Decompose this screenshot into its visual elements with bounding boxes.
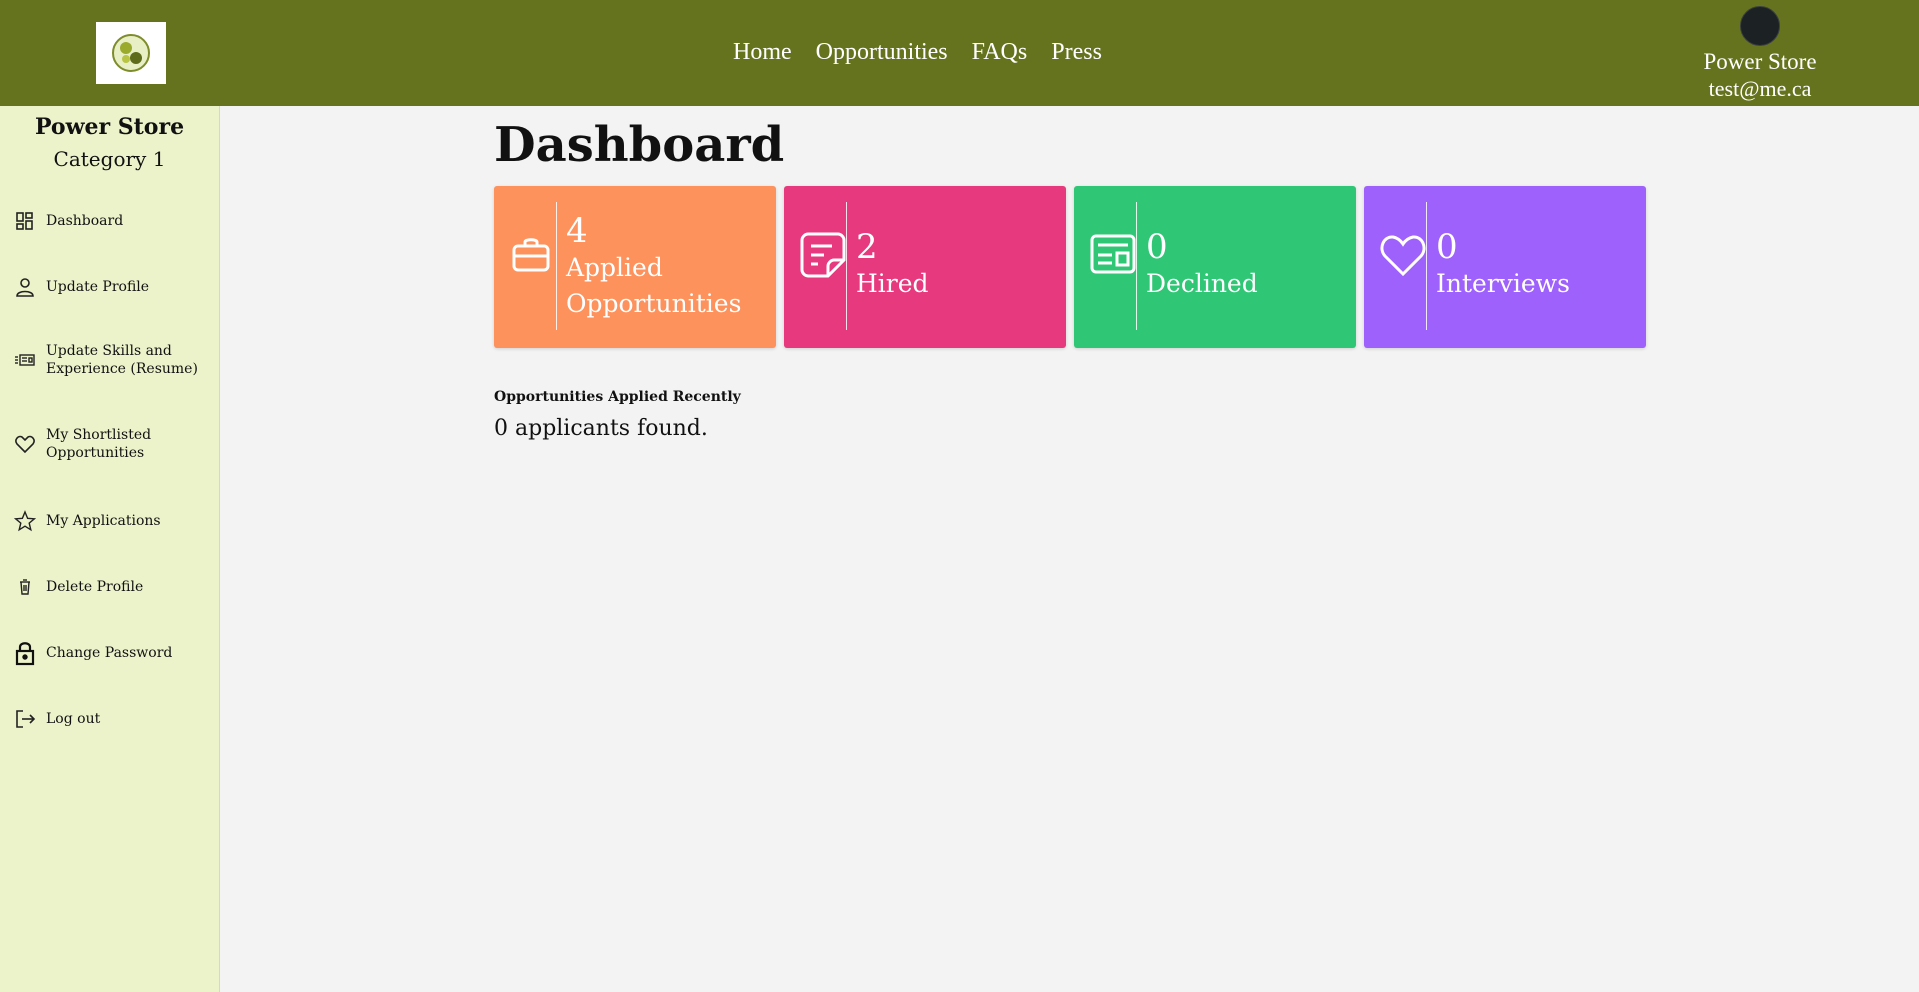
person-icon [16, 278, 34, 297]
card-text: 0 Declined [1146, 228, 1258, 302]
stat-card-interviews[interactable]: 0 Interviews [1364, 186, 1646, 348]
card-number: 0 [1436, 227, 1458, 267]
card-divider [1136, 202, 1137, 330]
nav-faqs[interactable]: FAQs [972, 38, 1028, 66]
newspaper-icon [1090, 234, 1136, 274]
page-title: Dashboard [494, 117, 785, 173]
sidebar-item-delete-profile[interactable]: Delete Profile [14, 576, 214, 598]
nav-home[interactable]: Home [733, 38, 792, 66]
user-menu[interactable]: Power Store test@me.ca [1680, 6, 1840, 102]
sidebar-item-change-password[interactable]: Change Password [14, 640, 214, 666]
stat-card-declined[interactable]: 0 Declined [1074, 186, 1356, 348]
resume-icon [15, 354, 35, 366]
sidebar-item-applications[interactable]: My Applications [14, 510, 214, 532]
applicants-count-text: 0 applicants found. [494, 416, 708, 441]
heart-icon [15, 435, 35, 454]
sidebar-item-update-profile[interactable]: Update Profile [14, 276, 214, 298]
card-label: Applied Opportunities [566, 253, 742, 318]
sidebar-item-label: My Shortlisted Opportunities [46, 427, 152, 461]
nav-press[interactable]: Press [1051, 38, 1102, 66]
sidebar-item-logout[interactable]: Log out [14, 708, 214, 730]
card-divider [1426, 202, 1427, 330]
card-label: Interviews [1436, 269, 1570, 298]
logout-icon [16, 710, 36, 728]
sidebar-item-update-resume[interactable]: Update Skills and Experience (Resume) [14, 342, 214, 378]
card-label: Hired [856, 269, 929, 298]
card-label: Declined [1146, 269, 1258, 298]
lock-icon [15, 642, 35, 666]
card-number: 0 [1146, 227, 1168, 267]
sidebar-item-shortlisted[interactable]: My Shortlisted Opportunities [14, 426, 214, 462]
top-navbar: Home Opportunities FAQs Press Power Stor… [0, 0, 1919, 106]
avatar[interactable] [1740, 6, 1780, 46]
card-text: 2 Hired [856, 228, 929, 302]
sidebar-item-label: My Applications [46, 513, 161, 529]
sidebar-subtitle: Category 1 [53, 147, 166, 171]
card-text: 4 Applied Opportunities [566, 212, 756, 322]
sidebar-item-label: Change Password [46, 645, 173, 661]
briefcase-icon [512, 238, 550, 272]
card-number: 4 [566, 211, 588, 251]
user-email: test@me.ca [1708, 76, 1812, 101]
note-icon [800, 232, 846, 278]
sidebar-title: Power Store [34, 114, 185, 140]
sidebar-item-label: Log out [46, 711, 101, 727]
recent-applications-heading: Opportunities Applied Recently [494, 389, 741, 405]
nav-opportunities[interactable]: Opportunities [816, 38, 948, 66]
logo-icon [112, 34, 150, 72]
stat-card-hired[interactable]: 2 Hired [784, 186, 1066, 348]
sidebar-item-label: Update Skills and Experience (Resume) [46, 343, 198, 377]
user-name: Power Store [1703, 49, 1817, 74]
card-divider [556, 202, 557, 330]
dashboard-icon [16, 212, 33, 230]
sidebar: Power Store Category 1 Dashboard Update … [0, 106, 220, 992]
sidebar-item-label: Dashboard [46, 213, 124, 229]
star-icon [14, 510, 36, 532]
sidebar-item-label: Delete Profile [46, 579, 144, 595]
trash-icon [20, 579, 30, 595]
card-text: 0 Interviews [1436, 228, 1570, 302]
main-nav: Home Opportunities FAQs Press [733, 38, 1102, 66]
sidebar-item-label: Update Profile [46, 279, 150, 295]
stat-card-applied[interactable]: 4 Applied Opportunities [494, 186, 776, 348]
heart-icon [1380, 235, 1426, 277]
card-number: 2 [856, 227, 878, 267]
logo[interactable] [96, 22, 166, 84]
sidebar-item-dashboard[interactable]: Dashboard [14, 210, 214, 232]
card-divider [846, 202, 847, 330]
